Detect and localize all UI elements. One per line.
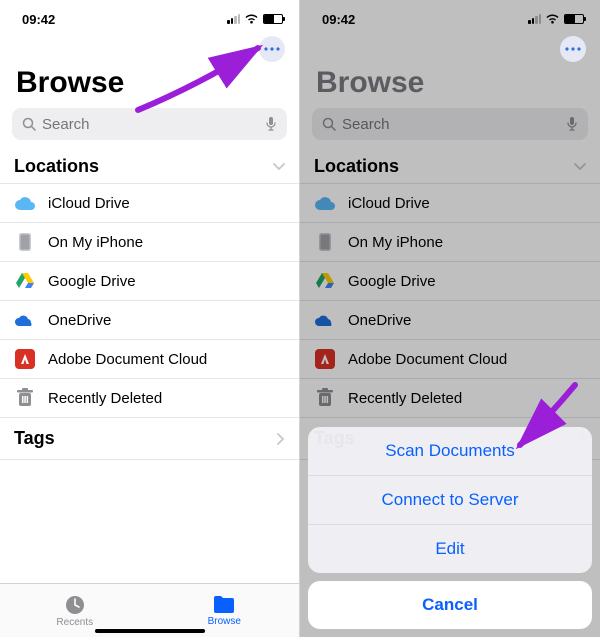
trash-icon	[14, 387, 36, 409]
status-time: 09:42	[22, 12, 55, 27]
locations-list: iCloud Drive On My iPhone Google Drive O…	[0, 184, 299, 418]
location-row-adobe[interactable]: Adobe Document Cloud	[0, 340, 299, 379]
folder-icon	[212, 595, 236, 615]
locations-label: Locations	[314, 156, 399, 177]
action-cancel[interactable]: Cancel	[308, 581, 592, 629]
location-row-trash[interactable]: Recently Deleted	[0, 379, 299, 418]
battery-icon	[263, 14, 283, 24]
search-input[interactable]	[342, 116, 560, 133]
search-field[interactable]	[312, 108, 588, 140]
search-input[interactable]	[42, 116, 259, 133]
chevron-right-icon	[277, 433, 285, 445]
locations-header[interactable]: Locations	[0, 150, 299, 184]
clock-icon	[64, 594, 86, 616]
row-label: Adobe Document Cloud	[48, 351, 207, 368]
cloud-icon	[314, 192, 336, 214]
ellipsis-icon	[565, 47, 581, 51]
status-bar: 09:42	[0, 0, 299, 32]
row-label: Adobe Document Cloud	[348, 351, 507, 368]
ellipsis-icon	[264, 47, 280, 51]
action-edit[interactable]: Edit	[308, 525, 592, 573]
cloud-icon	[14, 192, 36, 214]
search-field[interactable]	[12, 108, 287, 140]
row-label: Google Drive	[348, 273, 436, 290]
location-row-iphone[interactable]: On My iPhone	[300, 223, 600, 262]
page-title: Browse	[0, 66, 299, 108]
tags-header[interactable]: Tags	[0, 418, 299, 460]
row-label: OneDrive	[48, 312, 111, 329]
status-indicators	[227, 14, 283, 25]
status-indicators	[528, 14, 584, 25]
adobe-icon	[14, 348, 36, 370]
locations-header[interactable]: Locations	[300, 150, 600, 184]
adobe-icon	[314, 348, 336, 370]
row-label: Recently Deleted	[348, 390, 462, 407]
row-label: Recently Deleted	[48, 390, 162, 407]
row-label: On My iPhone	[48, 234, 143, 251]
locations-list: iCloud Drive On My iPhone Google Drive O…	[300, 184, 600, 418]
more-button[interactable]	[560, 36, 586, 62]
search-icon	[22, 117, 36, 131]
location-row-adobe[interactable]: Adobe Document Cloud	[300, 340, 600, 379]
tags-label: Tags	[14, 428, 55, 449]
onedrive-icon	[314, 309, 336, 331]
action-sheet: Scan Documents Connect to Server Edit Ca…	[308, 427, 592, 629]
tab-label: Browse	[208, 616, 241, 627]
locations-label: Locations	[14, 156, 99, 177]
trash-icon	[314, 387, 336, 409]
gdrive-icon	[314, 270, 336, 292]
chevron-down-icon	[273, 163, 285, 171]
row-label: iCloud Drive	[348, 195, 430, 212]
action-scan-documents[interactable]: Scan Documents	[308, 427, 592, 476]
signal-icon	[227, 14, 240, 24]
location-row-icloud[interactable]: iCloud Drive	[0, 184, 299, 223]
location-row-icloud[interactable]: iCloud Drive	[300, 184, 600, 223]
device-icon	[314, 231, 336, 253]
phone-browse-actionsheet: 09:42 Browse Locations iCloud	[300, 0, 600, 637]
page-title: Browse	[300, 66, 600, 108]
action-connect-server[interactable]: Connect to Server	[308, 476, 592, 525]
location-row-iphone[interactable]: On My iPhone	[0, 223, 299, 262]
row-label: Google Drive	[48, 273, 136, 290]
more-button[interactable]	[259, 36, 285, 62]
home-indicator	[95, 629, 205, 633]
search-icon	[322, 117, 336, 131]
location-row-gdrive[interactable]: Google Drive	[300, 262, 600, 301]
row-label: OneDrive	[348, 312, 411, 329]
tab-label: Recents	[56, 617, 93, 628]
mic-icon	[566, 116, 578, 132]
chevron-down-icon	[574, 163, 586, 171]
phone-browse-normal: 09:42 Browse Locations iCloud	[0, 0, 300, 637]
row-label: iCloud Drive	[48, 195, 130, 212]
location-row-trash[interactable]: Recently Deleted	[300, 379, 600, 418]
wifi-icon	[244, 14, 259, 25]
location-row-onedrive[interactable]: OneDrive	[0, 301, 299, 340]
battery-icon	[564, 14, 584, 24]
signal-icon	[528, 14, 541, 24]
gdrive-icon	[14, 270, 36, 292]
status-bar: 09:42	[300, 0, 600, 32]
location-row-gdrive[interactable]: Google Drive	[0, 262, 299, 301]
status-time: 09:42	[322, 12, 355, 27]
mic-icon	[265, 116, 277, 132]
wifi-icon	[545, 14, 560, 25]
row-label: On My iPhone	[348, 234, 443, 251]
location-row-onedrive[interactable]: OneDrive	[300, 301, 600, 340]
onedrive-icon	[14, 309, 36, 331]
device-icon	[14, 231, 36, 253]
